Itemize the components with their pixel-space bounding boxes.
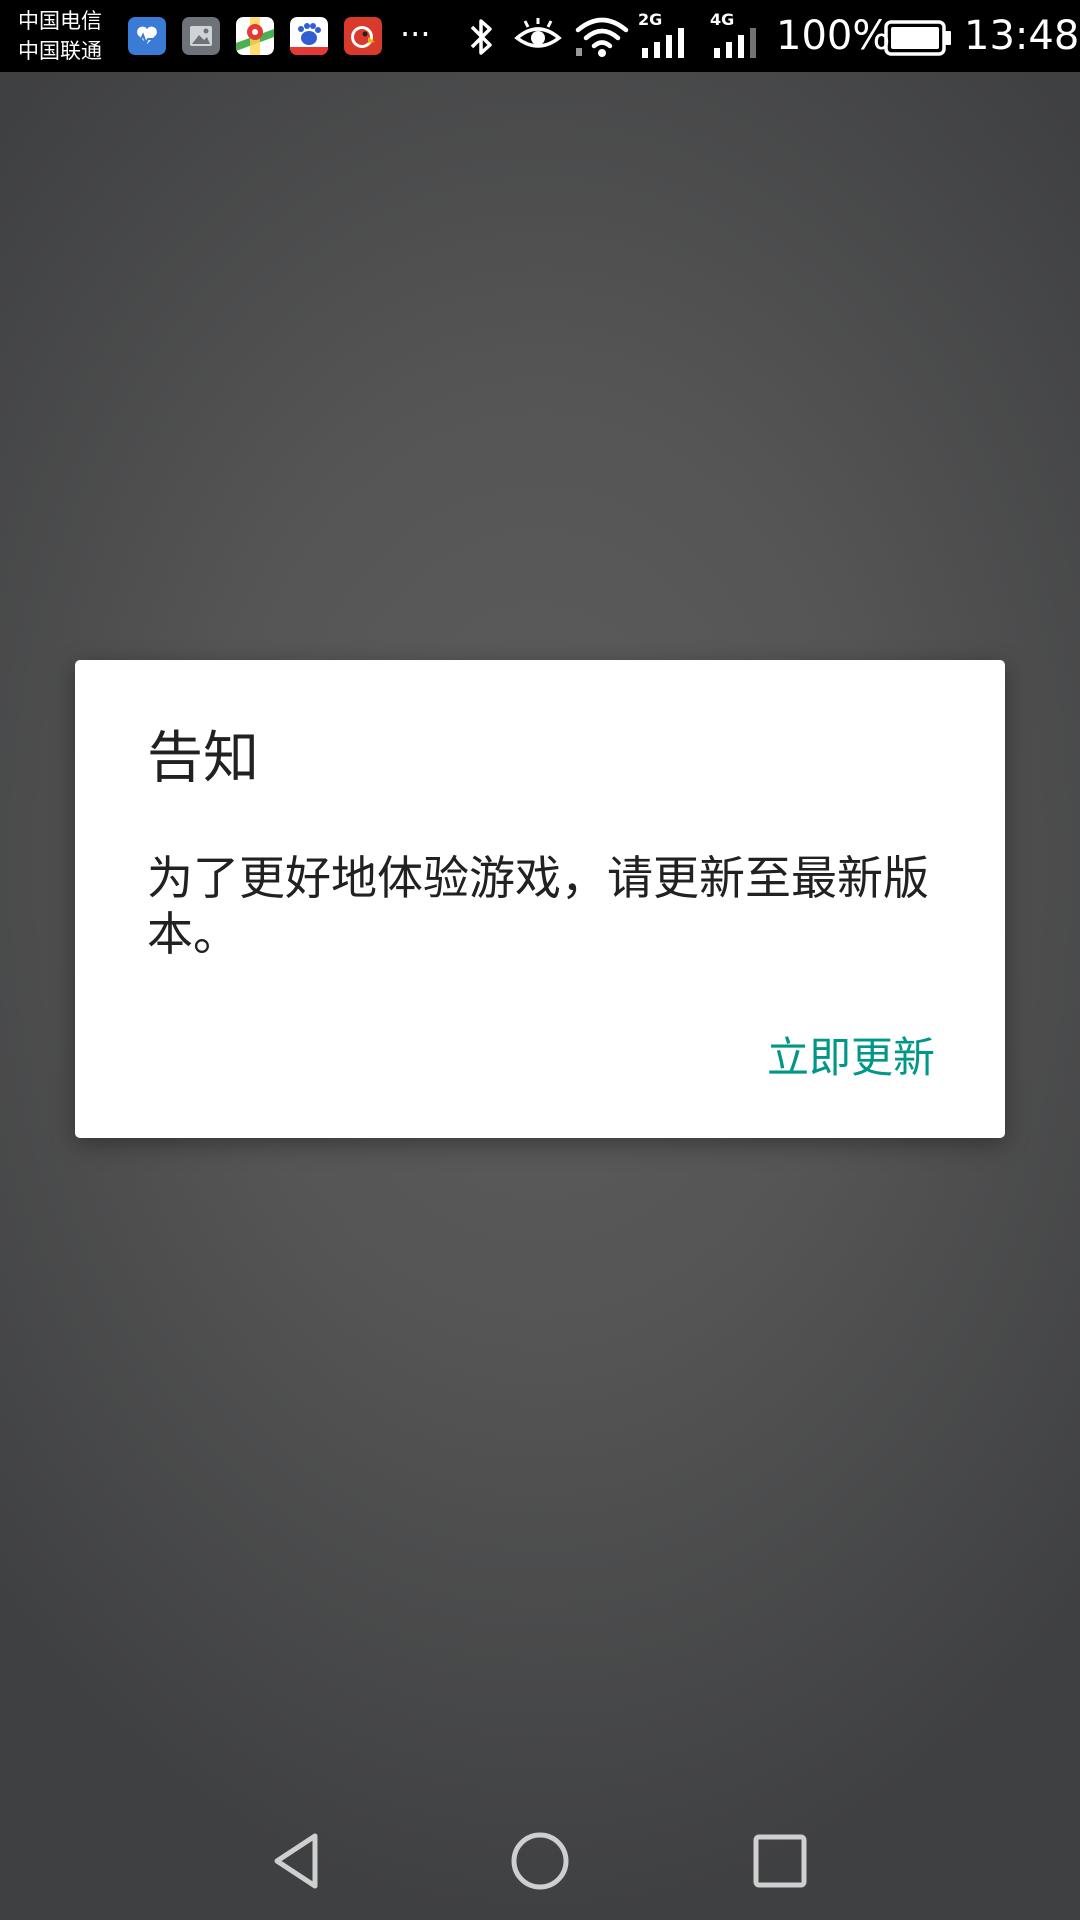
network-2g-label: 2G [638,10,663,29]
gallery-icon [182,17,220,55]
status-bar: 中国电信 中国联通 ··· 2G 4G 100% 13:48 [0,0,1080,72]
health-icon [128,17,166,55]
baidu-icon [290,17,328,55]
wifi-icon [575,17,629,57]
carrier-info: 中国电信 中国联通 [18,6,118,66]
more-notifications-indicator: ··· [400,15,431,53]
recents-icon[interactable] [745,1826,815,1896]
update-dialog: 告知 为了更好地体验游戏，请更新至最新版本。 立即更新 [75,660,1005,1138]
navigation-bar [0,1800,1080,1920]
bluetooth-icon [470,19,492,55]
carrier-2-label: 中国联通 [18,39,102,63]
dialog-message: 为了更好地体验游戏，请更新至最新版本。 [147,851,929,961]
carrier-1-label: 中国电信 [18,9,102,33]
eye-comfort-icon [514,18,562,48]
network-4g-label: 4G [710,10,735,29]
battery-percent: 100% [776,13,891,59]
signal-sim2-icon [714,28,756,58]
home-icon[interactable] [505,1826,575,1896]
signal-sim1-icon [642,28,684,58]
update-now-button[interactable]: 立即更新 [767,1028,935,1088]
maps-icon [236,17,274,55]
battery-icon [884,20,951,56]
back-icon[interactable] [265,1826,335,1896]
clock: 13:48 [964,13,1080,59]
parrot-app-icon [344,17,382,55]
dialog-title: 告知 [147,726,259,791]
